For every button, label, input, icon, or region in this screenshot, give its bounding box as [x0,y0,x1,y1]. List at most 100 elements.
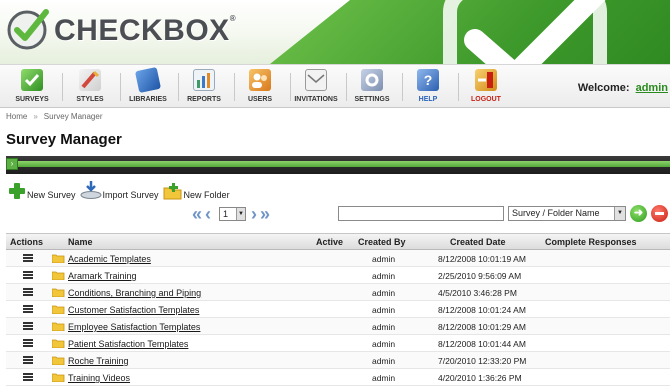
toolbar-surveys[interactable]: SURVEYS [4,69,60,103]
toolbar-reports[interactable]: REPORTS [176,69,232,103]
actions-menu-icon[interactable] [23,254,33,263]
first-page-icon[interactable]: « [192,205,202,223]
folder-icon [52,356,65,365]
created-by: admin [372,373,396,383]
table-header: Actions Name Active Created By Created D… [6,233,670,250]
folder-name-link[interactable]: Training Videos [68,373,130,383]
add-icon [9,183,25,199]
table-row[interactable]: Aramark Training admin 2/25/2010 9:56:09… [6,267,670,284]
reports-icon [193,69,215,91]
settings-icon [361,69,383,91]
actions-menu-icon[interactable] [23,288,33,297]
folder-icon [52,254,65,263]
actions-menu-icon[interactable] [23,339,33,348]
col-name[interactable]: Name [68,237,93,247]
created-by: admin [372,254,396,264]
breadcrumb-separator-icon: » [33,112,38,121]
logo-text: CHECKBOX® [54,14,237,47]
page-title: Survey Manager [6,131,122,148]
created-by: admin [372,288,396,298]
table-row[interactable]: Training Videos admin 4/20/2010 1:36:26 … [6,369,670,386]
page-select[interactable]: 1 ▼ [219,207,247,221]
folder-name-link[interactable]: Aramark Training [68,271,137,281]
table-row[interactable]: Roche Training admin 7/20/2010 12:33:20 … [6,352,670,369]
current-user-link[interactable]: admin [636,82,668,94]
table-row[interactable]: Employee Satisfaction Templates admin 8/… [6,318,670,335]
folder-icon [52,373,65,382]
created-date: 8/12/2008 10:01:24 AM [438,305,526,315]
actions-menu-icon[interactable] [23,322,33,331]
folder-name-link[interactable]: Employee Satisfaction Templates [68,322,200,332]
col-actions[interactable]: Actions [10,237,43,247]
logout-icon [475,69,497,91]
styles-icon [79,69,101,91]
toolbar-help[interactable]: ? HELP [400,69,456,103]
help-icon: ? [417,69,439,91]
actions-menu-icon[interactable] [23,356,33,365]
breadcrumb-home[interactable]: Home [6,112,27,121]
folder-name-link[interactable]: Academic Templates [68,254,151,264]
col-active[interactable]: Active [316,237,343,247]
clear-search-button[interactable] [651,205,668,222]
table-row[interactable]: Patient Satisfaction Templates admin 8/1… [6,335,670,352]
actions-menu-icon[interactable] [23,305,33,314]
next-page-icon[interactable]: › [251,205,257,223]
col-created-date[interactable]: Created Date [450,237,506,247]
import-survey-button[interactable]: Import Survey [80,180,159,200]
search-input[interactable] [338,206,504,221]
folder-name-link[interactable]: Roche Training [68,356,129,366]
created-date: 8/12/2008 10:01:19 AM [438,254,526,264]
folder-icon [52,288,65,297]
toolbar-styles[interactable]: STYLES [62,69,118,103]
folder-name-link[interactable]: Conditions, Branching and Piping [68,288,201,298]
created-date: 7/20/2010 12:33:20 PM [438,356,527,366]
created-by: admin [372,356,396,366]
prev-page-icon[interactable]: ‹ [205,205,211,223]
created-date: 4/5/2010 3:46:28 PM [438,288,517,298]
col-created-by[interactable]: Created By [358,237,406,247]
toolbar-users[interactable]: USERS [232,69,288,103]
created-date: 2/25/2010 9:56:09 AM [438,271,522,281]
breadcrumb-current: Survey Manager [43,112,103,121]
libraries-icon [134,66,162,94]
toolbar-invitations[interactable]: INVITATIONS [288,69,344,103]
new-survey-button[interactable]: New Survey [8,182,76,200]
breadcrumb: Home » Survey Manager [6,112,103,121]
actions-bar: New Survey Import Survey New Folder [8,178,234,200]
folder-name-link[interactable]: Patient Satisfaction Templates [68,339,188,349]
toolbar-logout[interactable]: LOGOUT [458,69,514,103]
toolbar-settings[interactable]: SETTINGS [344,69,400,103]
main-toolbar: SURVEYS STYLES LIBRARIES REPORTS USERS I… [0,64,670,108]
created-by: admin [372,271,396,281]
folder-icon [52,271,65,280]
created-date: 8/12/2008 10:01:29 AM [438,322,526,332]
import-icon [80,181,102,199]
toolbar-libraries[interactable]: LIBRARIES [120,66,176,103]
folder-icon [52,339,65,348]
folder-name-link[interactable]: Customer Satisfaction Templates [68,305,199,315]
search-scope-select[interactable]: Survey / Folder Name ▼ [508,206,626,221]
checkbox-logo[interactable]: CHECKBOX® [6,6,236,52]
survey-table: Actions Name Active Created By Created D… [6,233,670,386]
folder-icon [52,305,65,314]
actions-menu-icon[interactable] [23,271,33,280]
created-date: 8/12/2008 10:01:44 AM [438,339,526,349]
table-row[interactable]: Conditions, Branching and Piping admin 4… [6,284,670,301]
expand-toggle-icon[interactable]: › [6,158,18,170]
created-by: admin [372,322,396,332]
chevron-down-icon: ▼ [236,208,246,220]
chevron-down-icon: ▼ [614,207,625,220]
new-folder-button[interactable]: New Folder [163,182,230,200]
last-page-icon[interactable]: » [260,205,270,223]
section-bar: › [6,156,670,174]
table-row[interactable]: Academic Templates admin 8/12/2008 10:01… [6,250,670,267]
actions-menu-icon[interactable] [23,373,33,382]
logo-check-icon [7,9,49,50]
folder-icon [52,322,65,331]
col-complete-responses[interactable]: Complete Responses [545,237,637,247]
welcome-message: Welcome: admin [578,82,668,94]
banner-checkmark-graphic [443,0,607,64]
search-go-button[interactable]: ➜ [630,205,647,222]
created-by: admin [372,305,396,315]
table-row[interactable]: Customer Satisfaction Templates admin 8/… [6,301,670,318]
